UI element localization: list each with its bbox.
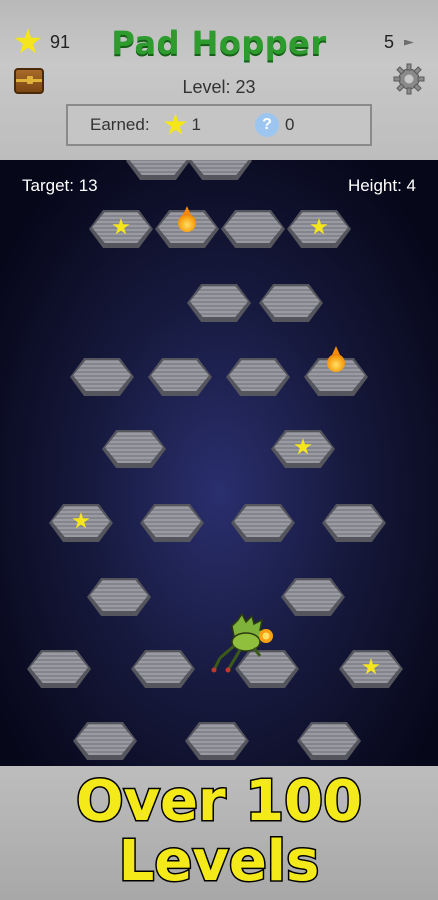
settings-gear-icon[interactable] bbox=[392, 62, 426, 96]
hop-pad[interactable] bbox=[148, 358, 212, 396]
fireball-icon bbox=[327, 346, 345, 372]
hop-pad[interactable] bbox=[140, 504, 204, 542]
hop-pad[interactable] bbox=[226, 358, 290, 396]
hop-pad[interactable] bbox=[187, 284, 251, 322]
hop-pad[interactable] bbox=[339, 650, 403, 688]
hop-pad[interactable] bbox=[102, 430, 166, 468]
hop-pad[interactable] bbox=[281, 578, 345, 616]
hints-counter: 5 bbox=[384, 32, 414, 53]
hop-pad[interactable] bbox=[259, 284, 323, 322]
hop-pad[interactable] bbox=[185, 722, 249, 760]
earned-stars: 1 bbox=[191, 115, 202, 134]
star-icon bbox=[164, 113, 188, 135]
hop-pad[interactable] bbox=[27, 650, 91, 688]
promo-banner: Over 100 Levels bbox=[0, 766, 438, 900]
height-label: Height: 4 bbox=[347, 176, 416, 195]
hints-total: 5 bbox=[383, 32, 394, 52]
hop-pad[interactable] bbox=[73, 722, 137, 760]
hop-pad[interactable] bbox=[221, 210, 285, 248]
hint-arrow-icon bbox=[404, 39, 414, 46]
hop-pad[interactable] bbox=[126, 160, 190, 180]
game-title: Pad Hopper bbox=[111, 24, 327, 62]
target-label: Target: 13 bbox=[22, 176, 98, 195]
hint-question-icon: ? bbox=[255, 113, 280, 137]
hop-pad[interactable] bbox=[322, 504, 386, 542]
hop-pad[interactable] bbox=[297, 722, 361, 760]
frog-icon bbox=[211, 612, 273, 673]
game-header: 91 Pad Hopper 5 Level: 23 Earned: 1 ? 0 bbox=[0, 0, 438, 160]
banner-line-2: Levels bbox=[117, 829, 321, 894]
hop-pad[interactable] bbox=[188, 160, 252, 180]
hop-pad[interactable] bbox=[49, 504, 113, 542]
hop-pad[interactable] bbox=[89, 210, 153, 248]
banner-line-1: Over 100 bbox=[74, 769, 363, 834]
fireball-icon bbox=[178, 206, 196, 232]
hop-pad[interactable] bbox=[287, 210, 351, 248]
hop-pad[interactable] bbox=[87, 578, 151, 616]
hop-pad[interactable] bbox=[231, 504, 295, 542]
earned-hints: 0 bbox=[285, 115, 295, 134]
hop-pad[interactable] bbox=[70, 358, 134, 396]
level-label: Level: 23 bbox=[182, 77, 256, 97]
earned-label: Earned: bbox=[90, 115, 150, 134]
earned-panel: Earned: 1 ? 0 bbox=[66, 104, 372, 146]
hop-pad[interactable] bbox=[271, 430, 335, 468]
hop-pad[interactable] bbox=[131, 650, 195, 688]
